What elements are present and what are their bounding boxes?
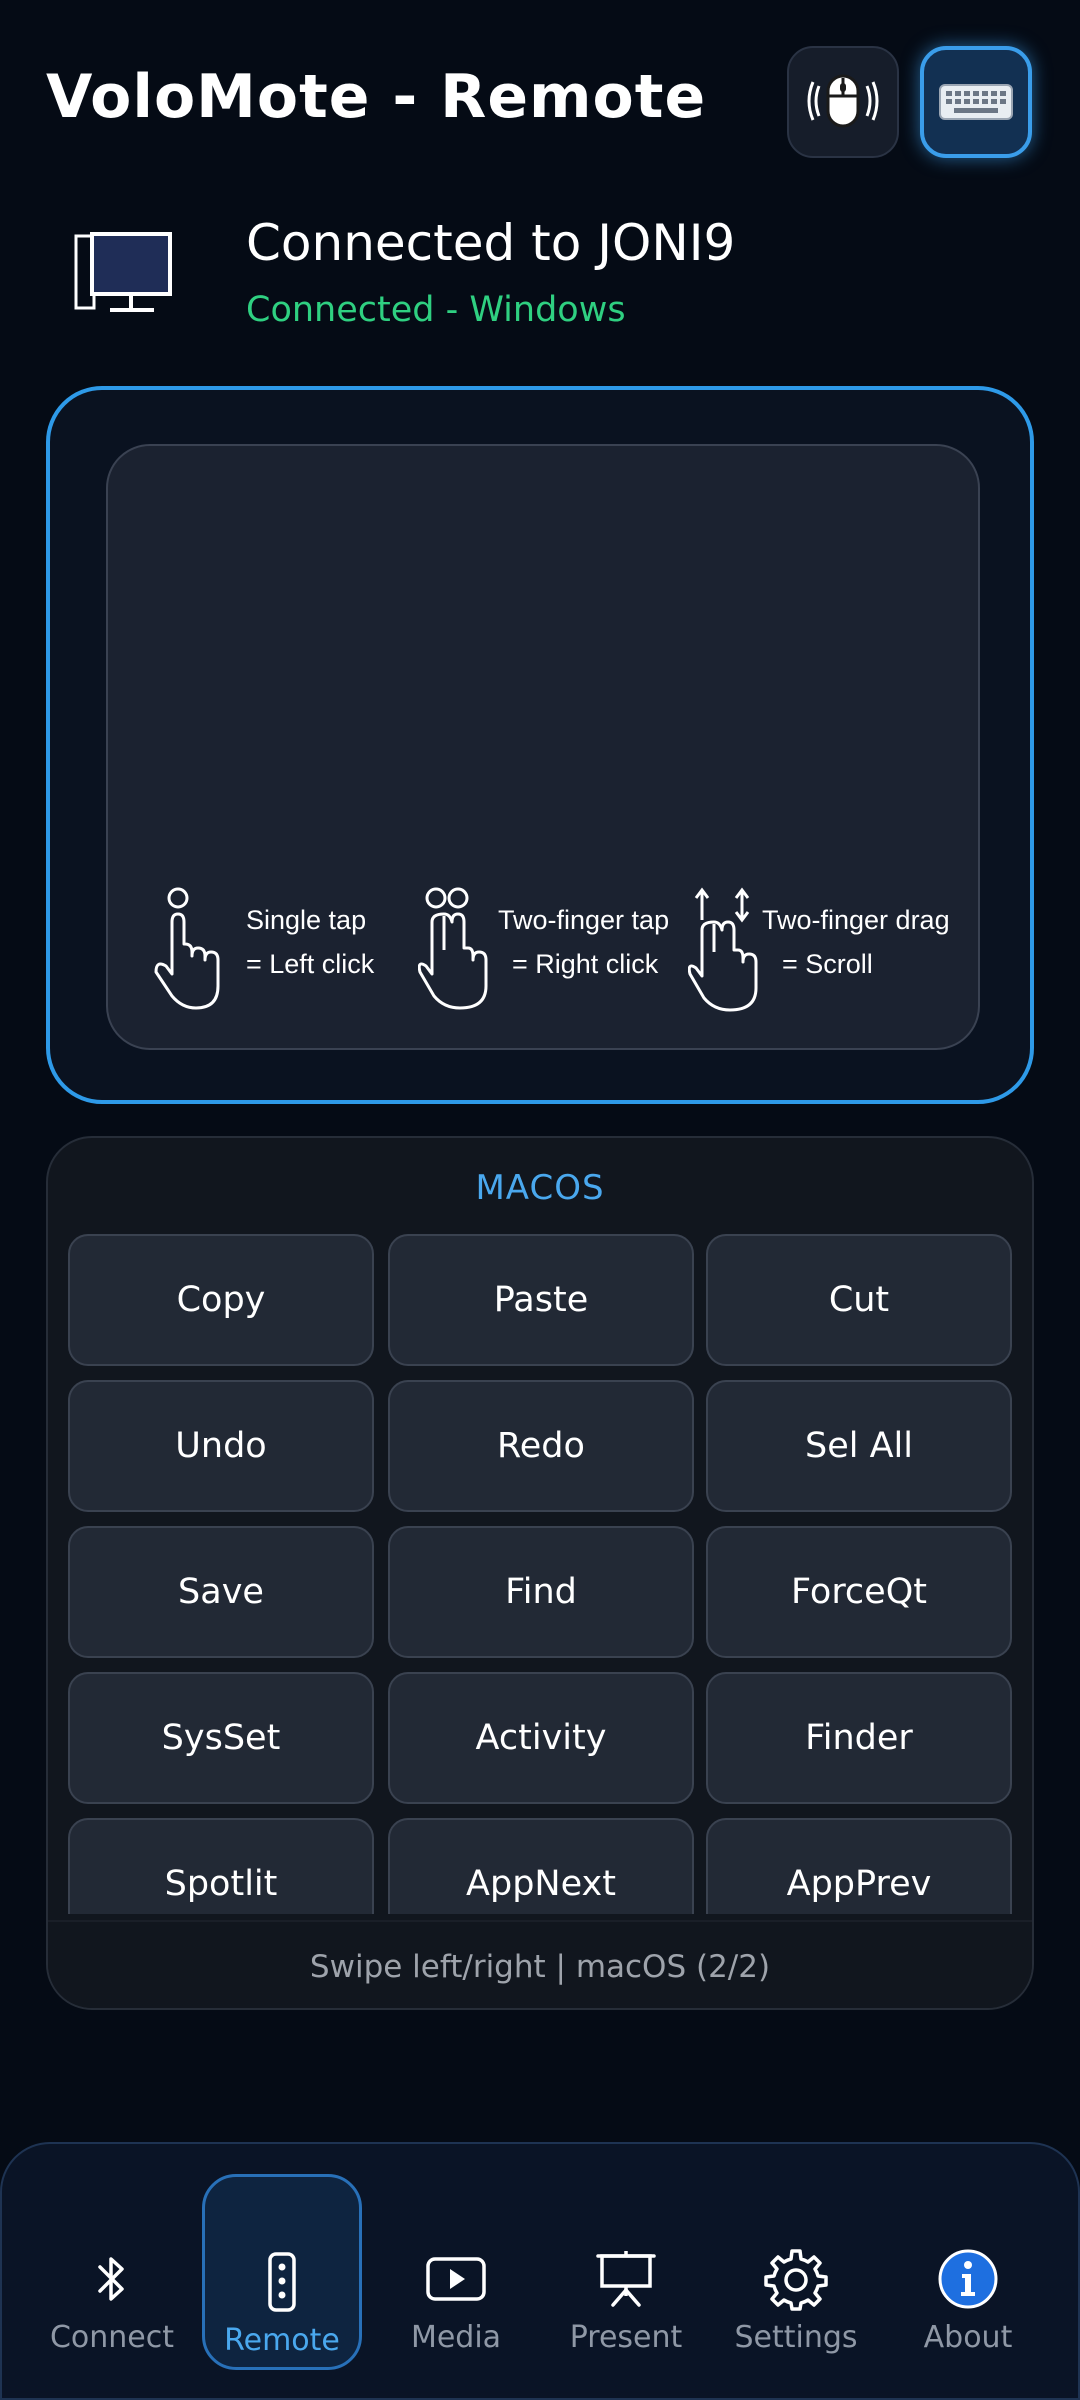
macro-finder-button[interactable]: Finder	[706, 1672, 1012, 1804]
info-icon	[938, 2249, 998, 2309]
macro-redo-button[interactable]: Redo	[388, 1380, 694, 1512]
hint-single-tap: Single tap = Left click	[150, 886, 390, 1016]
macro-copy-button[interactable]: Copy	[68, 1234, 374, 1366]
connection-title: Connected to JONI9	[246, 214, 736, 272]
gear-icon	[764, 2249, 828, 2311]
macro-system-settings-button[interactable]: SysSet	[68, 1672, 374, 1804]
nav-media[interactable]: Media	[376, 2174, 536, 2370]
macro-find-button[interactable]: Find	[388, 1526, 694, 1658]
hint-single-tap-line2: = Left click	[246, 949, 375, 979]
connection-status: Connected to JONI9 Connected - Windows	[0, 200, 1080, 350]
keyboard-icon	[939, 84, 1013, 120]
monitor-icon	[74, 232, 172, 312]
macro-cut-button[interactable]: Cut	[706, 1234, 1012, 1366]
mouse-mode-button[interactable]	[787, 46, 899, 158]
macro-page-indicator: Swipe left/right | macOS (2/2)	[48, 1920, 1032, 2008]
header: VoloMote - Remote	[0, 0, 1080, 200]
macro-app-next-button[interactable]: AppNext	[388, 1818, 694, 1914]
touchpad-frame: Single tap = Left click Two-finger tap =…	[46, 386, 1034, 1104]
macro-spotlight-button[interactable]: Spotlit	[68, 1818, 374, 1914]
mouse-icon	[807, 74, 879, 128]
nav-present-label: Present	[569, 2320, 683, 2355]
macro-panel[interactable]: MACOS Copy Paste Cut Undo Redo Sel All S…	[46, 1136, 1034, 2010]
play-icon	[426, 2257, 486, 2301]
keyboard-mode-button[interactable]	[920, 46, 1032, 158]
hint-two-finger-tap-line2: = Right click	[512, 949, 659, 979]
macro-save-button[interactable]: Save	[68, 1526, 374, 1658]
nav-present[interactable]: Present	[546, 2174, 706, 2370]
connection-subtitle: Connected - Windows	[246, 290, 626, 330]
macro-select-all-button[interactable]: Sel All	[706, 1380, 1012, 1512]
presentation-icon	[596, 2251, 656, 2307]
macro-panel-title: MACOS	[475, 1168, 605, 1208]
macro-grid: Copy Paste Cut Undo Redo Sel All Save Fi…	[68, 1234, 1016, 1914]
bottom-nav: Connect Remote Media Present Settings Ab…	[0, 2142, 1080, 2400]
nav-connect-label: Connect	[49, 2320, 175, 2355]
two-finger-tap-icon	[418, 887, 488, 1010]
hint-two-finger-tap: Two-finger tap = Right click	[418, 886, 688, 1016]
touchpad[interactable]: Single tap = Left click Two-finger tap =…	[106, 444, 980, 1050]
nav-about-label: About	[923, 2320, 1013, 2355]
nav-media-label: Media	[410, 2320, 502, 2355]
hint-two-finger-drag-line1: Two-finger drag	[762, 905, 950, 935]
macro-paste-button[interactable]: Paste	[388, 1234, 694, 1366]
macro-force-quit-button[interactable]: ForceQt	[706, 1526, 1012, 1658]
nav-remote[interactable]: Remote	[202, 2174, 362, 2370]
nav-settings[interactable]: Settings	[716, 2174, 876, 2370]
nav-settings-label: Settings	[734, 2320, 858, 2355]
two-finger-drag-icon	[688, 887, 758, 1012]
remote-icon	[268, 2252, 296, 2312]
hint-single-tap-line1: Single tap	[246, 905, 367, 935]
page-title: VoloMote - Remote	[46, 62, 707, 132]
nav-about[interactable]: About	[888, 2174, 1048, 2370]
hint-two-finger-tap-line1: Two-finger tap	[498, 905, 670, 935]
nav-connect[interactable]: Connect	[32, 2174, 192, 2370]
bluetooth-icon	[98, 2257, 124, 2301]
nav-remote-label: Remote	[224, 2323, 340, 2358]
macro-undo-button[interactable]: Undo	[68, 1380, 374, 1512]
hint-two-finger-drag: Two-finger drag = Scroll	[688, 886, 978, 1016]
hint-two-finger-drag-line2: = Scroll	[782, 949, 873, 979]
single-tap-icon	[154, 887, 220, 1010]
macro-activity-button[interactable]: Activity	[388, 1672, 694, 1804]
macro-app-prev-button[interactable]: AppPrev	[706, 1818, 1012, 1914]
